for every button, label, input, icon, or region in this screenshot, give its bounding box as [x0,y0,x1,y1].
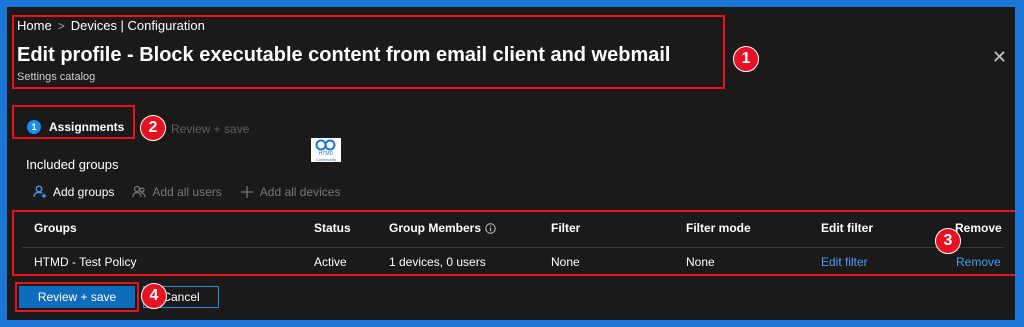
annotation-badge-4: 4 [141,283,167,309]
annotation-box-4 [15,282,139,312]
add-groups-label: Add groups [53,185,115,199]
annotation-badge-2: 2 [140,115,166,141]
add-groups-button[interactable]: Add groups [33,185,114,199]
command-bar: Add groups Add all users Add all devices [33,185,340,199]
close-icon[interactable]: ✕ [992,47,1007,68]
annotation-badge-1: 1 [733,46,759,72]
annotation-badge-3: 3 [935,228,961,254]
annotation-box-1 [12,15,725,89]
tab-review-save[interactable]: Review + save [171,122,249,136]
all-users-icon [132,185,146,198]
included-groups-label: Included groups [26,157,119,172]
logo-subtext: Community [315,156,337,162]
annotation-box-2 [12,105,135,139]
add-all-users-label: Add all users [152,185,222,199]
add-all-devices-label: Add all devices [259,185,341,199]
app-window: Home > Devices | Configuration Edit prof… [7,7,1015,320]
annotation-box-3 [12,210,1015,276]
htmd-logo: HTMD Community [311,138,341,162]
add-group-icon [33,185,47,198]
logo-mark-icon [315,139,336,150]
add-all-devices-button[interactable]: Add all devices [240,185,341,199]
plus-icon [240,186,253,198]
add-all-users-button[interactable]: Add all users [132,185,222,199]
